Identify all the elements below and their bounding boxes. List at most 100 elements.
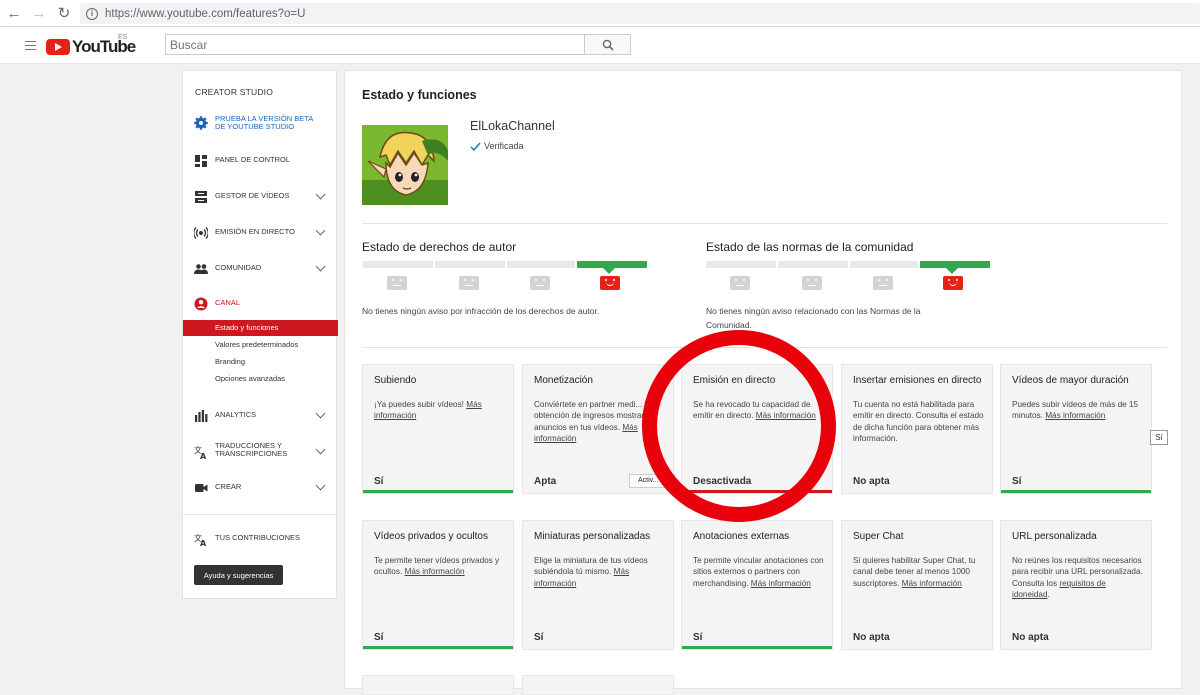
feature-card-description-text: Tu cuenta no está habilitada para emitir… — [853, 400, 984, 444]
chevron-down-icon[interactable] — [315, 261, 326, 272]
feature-card: URL personalizada No reúnes los requisito… — [1000, 520, 1152, 650]
feature-card-title: Subiendo — [374, 375, 417, 386]
meter-indicator-arrow — [946, 268, 958, 274]
meter-segment-active — [920, 261, 990, 268]
feature-card-title: Vídeos privados y ocultos — [374, 531, 488, 542]
sidebar-item-community[interactable]: COMUNIDAD — [183, 259, 338, 279]
chevron-down-icon[interactable] — [315, 189, 326, 200]
chevron-down-icon[interactable] — [315, 480, 326, 491]
feature-card-status-bar — [1001, 490, 1151, 493]
feature-card-title: Insertar emisiones en directo — [853, 375, 982, 386]
info-icon[interactable]: i — [86, 7, 98, 20]
feature-card-description: Te permite vincular anotaciones con siti… — [693, 555, 825, 589]
avatar-image — [362, 125, 448, 205]
meter-segment — [850, 261, 918, 268]
channel-name: ElLokaChannel — [470, 119, 555, 133]
video-manager-icon — [195, 191, 207, 203]
sidebar-title: CREATOR STUDIO — [195, 87, 274, 97]
feature-card-description-text: Elige la miniatura de tus vídeos subiénd… — [534, 556, 648, 577]
chevron-down-icon[interactable] — [315, 408, 326, 419]
search-icon — [602, 39, 614, 51]
sidebar-item-beta[interactable]: PRUEBA LA VERSIÓN BETA DE YOUTUBE STUDIO — [183, 113, 338, 133]
feature-card: Vídeos privados y ocultos Te permite tene… — [362, 520, 514, 650]
back-icon[interactable]: ← — [3, 2, 25, 24]
community-icon — [194, 264, 208, 274]
search-button[interactable] — [584, 34, 631, 55]
neutral-face-icon — [802, 276, 822, 290]
analytics-icon — [195, 410, 208, 422]
sidebar-item-label: COMUNIDAD — [215, 263, 262, 272]
sidebar-subitem-branding[interactable]: Branding — [183, 354, 338, 370]
feature-card: Insertar emisiones en directo Tu cuenta n… — [841, 364, 993, 494]
feature-card-status: Sí — [534, 632, 544, 643]
feature-card-status: No apta — [853, 632, 890, 643]
meter-segment — [363, 261, 433, 268]
verified-label: Verificada — [484, 141, 524, 151]
feature-card-description: Te permite tener vídeos privados y ocult… — [374, 555, 506, 578]
sidebar-item-translations[interactable]: 文A TRADUCCIONES Y TRANSCRIPCIONES — [183, 442, 338, 462]
forward-icon[interactable]: → — [28, 2, 50, 24]
channel-avatar[interactable] — [362, 125, 448, 205]
chevron-down-icon[interactable] — [315, 225, 326, 236]
feature-card: Anotaciones externas Te permite vincular … — [681, 520, 833, 650]
sidebar-subitem-status-features[interactable]: Estado y funciones — [183, 320, 338, 336]
community-status-text: No tienes ningún aviso relacionado con l… — [706, 304, 1006, 332]
sidebar-item-live[interactable]: EMISIÓN EN DIRECTO — [183, 223, 338, 243]
more-info-link[interactable]: Más información — [1045, 411, 1105, 420]
meter-indicator-arrow — [603, 268, 615, 274]
meter-segment — [435, 261, 505, 268]
sidebar-item-label: GESTOR DE VÍDEOS — [215, 191, 290, 200]
feature-card-description: Si quieres habilitar Super Chat, tu cana… — [853, 555, 985, 589]
address-bar[interactable]: i https://www.youtube.com/features?o=U — [80, 3, 1200, 24]
feature-card-description: ¡Ya puedes subir vídeos! Más información — [374, 399, 506, 422]
neutral-face-icon — [530, 276, 550, 290]
section-divider — [362, 223, 1167, 224]
menu-icon[interactable] — [25, 41, 36, 50]
feature-card-description: Puedes subir vídeos de más de 15 minutos… — [1012, 399, 1144, 422]
feature-card-description: Tu cuenta no está habilitada para emitir… — [853, 399, 985, 445]
sidebar-subitem-defaults[interactable]: Valores predeterminados — [183, 337, 338, 353]
more-info-link[interactable]: Más información — [902, 579, 962, 588]
copyright-strike-meter — [363, 261, 648, 291]
reload-icon[interactable]: ↻ — [53, 2, 75, 24]
feature-card-status: No apta — [853, 476, 890, 487]
live-broadcast-icon — [194, 227, 208, 239]
more-info-link[interactable]: Más información — [751, 579, 811, 588]
sidebar-item-label-line2: TRANSCRIPCIONES — [215, 449, 288, 458]
copyright-status-text: No tienes ningún aviso por infracción de… — [362, 306, 600, 316]
url-text: https://www.youtube.com/features?o=U — [105, 7, 306, 20]
feature-card-title: Vídeos de mayor duración — [1012, 375, 1129, 386]
browser-toolbar: ← → ↻ i https://www.youtube.com/features… — [0, 0, 1200, 27]
more-info-link[interactable]: Más información — [405, 567, 465, 576]
happy-face-icon — [943, 276, 963, 290]
annotation-red-circle — [642, 330, 836, 522]
feature-card-status: Sí — [374, 632, 384, 643]
sidebar-item-label: EMISIÓN EN DIRECTO — [215, 227, 295, 236]
sidebar-item-channel[interactable]: CANAL — [183, 294, 338, 314]
feature-card-status-bar — [363, 490, 513, 493]
beta-label-line2: DE YOUTUBE STUDIO — [215, 122, 295, 131]
page-title: Estado y funciones — [362, 88, 477, 102]
feature-card-title: Super Chat — [853, 531, 904, 542]
feature-card-description: Elige la miniatura de tus vídeos subiénd… — [534, 555, 666, 589]
feature-card-title: Miniaturas personalizadas — [534, 531, 651, 542]
gear-icon — [194, 116, 208, 130]
region-code: ES — [118, 34, 128, 41]
sidebar-item-dashboard[interactable]: PANEL DE CONTROL — [183, 151, 338, 171]
help-feedback-button[interactable]: Ayuda y sugerencias — [194, 565, 283, 585]
feature-card-partial — [522, 675, 674, 695]
contributions-icon: 文A — [194, 533, 207, 546]
community-status-line1: No tienes ningún aviso relacionado con l… — [706, 306, 921, 316]
meter-segment — [778, 261, 848, 268]
sidebar-item-analytics[interactable]: ANALYTICS — [183, 406, 338, 426]
sidebar-subitem-advanced[interactable]: Opciones avanzadas — [183, 371, 338, 387]
feature-card: Miniaturas personalizadas Elige la miniat… — [522, 520, 674, 650]
feature-card-status: Sí — [374, 476, 384, 487]
sidebar-item-create[interactable]: CREAR — [183, 478, 338, 498]
chevron-down-icon[interactable] — [315, 444, 326, 455]
search-input[interactable] — [165, 34, 585, 55]
sidebar-item-video-manager[interactable]: GESTOR DE VÍDEOS — [183, 187, 338, 207]
feature-card-status: Sí — [1012, 476, 1022, 487]
feature-card-description-suffix: . — [1047, 590, 1050, 600]
sidebar-item-contributions[interactable]: 文A TUS CONTRIBUCIONES — [183, 529, 338, 549]
